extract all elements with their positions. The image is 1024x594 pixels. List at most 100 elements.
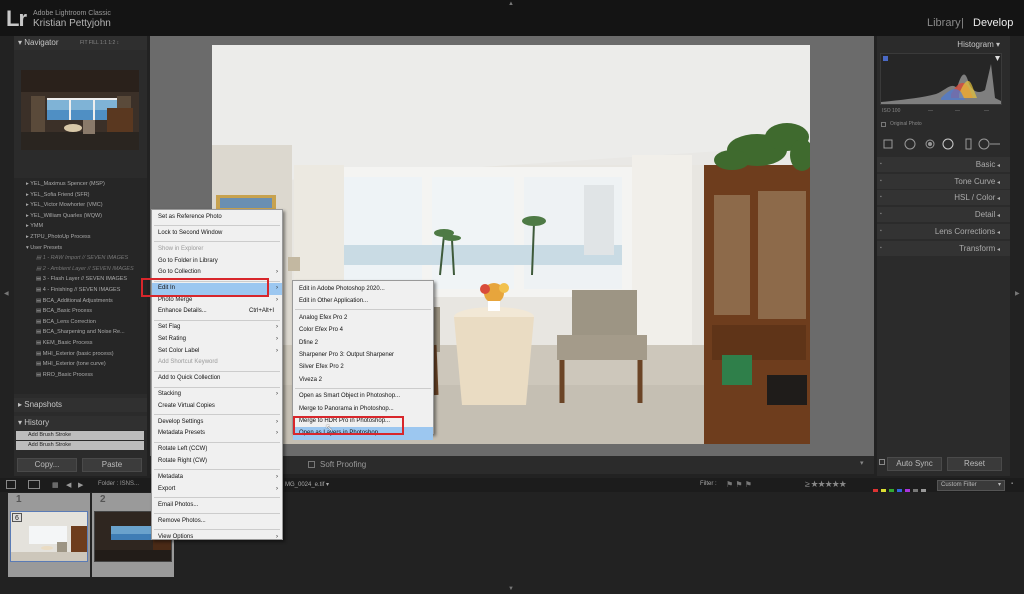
- preset-item[interactable]: ▤ 3 - Flash Layer // SEVEN IMAGES: [36, 276, 127, 282]
- menu-item[interactable]: Set as Reference Photo: [152, 212, 282, 224]
- develop-section-lens-corrections[interactable]: ▪ Lens Corrections ◂: [877, 224, 1010, 239]
- toolbar-menu-icon[interactable]: ▾: [860, 459, 864, 467]
- radial-filter-icon[interactable]: [976, 140, 986, 150]
- preset-item[interactable]: ▤ BCA_Additional Adjustments: [36, 298, 113, 304]
- menu-item[interactable]: Email Photos...: [152, 500, 282, 512]
- section-switch-icon[interactable]: ▪: [880, 174, 882, 189]
- rating-filter[interactable]: ≥ ★★★★★: [805, 479, 847, 490]
- next-arrow-icon[interactable]: ▶: [78, 481, 83, 489]
- menu-item[interactable]: Metadata ›: [152, 472, 282, 484]
- menu-item[interactable]: Set Flag ›: [152, 322, 282, 334]
- menu-item[interactable]: Metadata Presets ›: [152, 428, 282, 440]
- menu-item[interactable]: Edit in Other Application...: [293, 295, 433, 307]
- preset-item[interactable]: ▤ KEM_Basic Process: [36, 340, 93, 346]
- menu-item[interactable]: Lock to Second Window: [152, 228, 282, 240]
- menu-item[interactable]: Rotate Right (CW): [152, 456, 282, 468]
- menu-item[interactable]: Export ›: [152, 484, 282, 496]
- menu-item[interactable]: Color Efex Pro 4: [293, 324, 433, 336]
- menu-item[interactable]: Stacking ›: [152, 389, 282, 401]
- menu-item[interactable]: Go to Folder in Library: [152, 256, 282, 268]
- filmstrip-filename[interactable]: MG_0024_e.tif ▾: [285, 481, 329, 488]
- spot-removal-icon[interactable]: [916, 140, 926, 150]
- preset-item[interactable]: ▤ 4 - Finishing // SEVEN IMAGES: [36, 287, 120, 293]
- module-develop[interactable]: Develop: [973, 17, 1013, 29]
- menu-item[interactable]: Sharpener Pro 3: Output Sharpener: [293, 349, 433, 361]
- menu-item[interactable]: Merge to Panorama in Photoshop...: [293, 403, 433, 415]
- graduated-filter-icon[interactable]: [956, 140, 966, 150]
- menu-item[interactable]: Silver Efex Pro 2: [293, 361, 433, 373]
- previous-arrow-icon[interactable]: ◀: [66, 481, 71, 489]
- preset-group[interactable]: ▾ User Presets: [26, 245, 62, 251]
- menu-item[interactable]: Viveza 2: [293, 374, 433, 386]
- menu-item[interactable]: Create Virtual Copies: [152, 401, 282, 413]
- preset-item[interactable]: ▤ MHI_Exterior (basic process): [36, 351, 114, 357]
- preset-item[interactable]: ▤ MHI_Exterior (tone curve): [36, 361, 106, 367]
- copy-settings-button[interactable]: Copy...: [17, 458, 77, 472]
- soft-proofing-label[interactable]: Soft Proofing: [320, 460, 366, 469]
- color-label-filter[interactable]: [873, 482, 933, 494]
- menu-item[interactable]: Develop Settings ›: [152, 417, 282, 429]
- menu-item[interactable]: Remove Photos...: [152, 516, 282, 528]
- filmstrip-source[interactable]: Folder : ISNS...: [98, 481, 139, 487]
- section-switch-icon[interactable]: ▪: [880, 157, 882, 172]
- soft-proofing-checkbox[interactable]: [308, 461, 315, 468]
- grid-view-icon[interactable]: ▦: [52, 481, 59, 489]
- preset-folder[interactable]: ▸ YEL_Sofia Friend (SFR): [26, 192, 90, 198]
- snapshots-header[interactable]: ▸ Snapshots: [14, 398, 147, 412]
- navigator-preview[interactable]: [21, 70, 139, 150]
- left-panel-toggle-icon[interactable]: ◀: [4, 290, 9, 297]
- custom-filter-dropdown[interactable]: Custom Filter ▾: [937, 480, 1005, 491]
- menu-item[interactable]: View Options ›: [152, 532, 282, 544]
- section-switch-icon[interactable]: ▪: [880, 190, 882, 205]
- develop-section-transform[interactable]: ▪ Transform ◂: [877, 241, 1010, 256]
- module-library[interactable]: Library: [927, 17, 961, 29]
- history-item[interactable]: Add Brush Stroke: [16, 431, 144, 440]
- preset-folder[interactable]: ▸ ZTPU_PhotoUp Process: [26, 234, 91, 240]
- preset-folder[interactable]: ▸ YEL_Victor Mowhorter (VMC): [26, 202, 103, 208]
- preset-folder[interactable]: ▸ YMM: [26, 223, 43, 229]
- bottom-panel-toggle-icon[interactable]: ▼: [508, 586, 514, 592]
- menu-item[interactable]: Set Color Label ›: [152, 346, 282, 358]
- menu-item[interactable]: Analog Efex Pro 2: [293, 312, 433, 324]
- menu-item[interactable]: Enhance Details... Ctrl+Alt+I: [152, 306, 282, 318]
- develop-section-tone-curve[interactable]: ▪ Tone Curve ◂: [877, 174, 1010, 189]
- section-switch-icon[interactable]: ▪: [880, 224, 882, 239]
- menu-item[interactable]: Open as Smart Object in Photoshop...: [293, 390, 433, 402]
- reset-button[interactable]: Reset: [947, 457, 1002, 471]
- auto-sync-toggle[interactable]: [879, 459, 885, 465]
- develop-section-basic[interactable]: ▪ Basic ◂: [877, 157, 1010, 172]
- paste-settings-button[interactable]: Paste: [82, 458, 142, 472]
- history-header[interactable]: ▾ History: [14, 416, 147, 430]
- preset-item[interactable]: ▤ BCA_Sharpening and Noise Re...: [36, 329, 125, 335]
- top-panel-toggle-icon[interactable]: ▲: [508, 1, 514, 7]
- filter-lock-icon[interactable]: ▪: [1011, 481, 1013, 487]
- auto-sync-button[interactable]: Auto Sync: [887, 457, 942, 471]
- histogram-header[interactable]: Histogram ▾: [877, 38, 1010, 52]
- preset-item[interactable]: ▤ 1 - RAW Import // SEVEN IMAGES: [36, 255, 128, 261]
- history-item[interactable]: Add Brush Stroke: [16, 441, 144, 450]
- preset-item[interactable]: ▤ RRO_Basic Process: [36, 372, 93, 378]
- single-monitor-icon[interactable]: [6, 480, 16, 489]
- preset-folder[interactable]: ▸ YEL_William Quarles (WQW): [26, 213, 102, 219]
- section-switch-icon[interactable]: ▪: [880, 207, 882, 222]
- section-switch-icon[interactable]: ▪: [880, 241, 882, 256]
- menu-item[interactable]: Set Rating ›: [152, 334, 282, 346]
- menu-item[interactable]: Add to Quick Collection: [152, 373, 282, 385]
- preset-folder[interactable]: ▸ YEL_Maximus Spencer (MSP): [26, 181, 105, 187]
- second-monitor-icon[interactable]: [28, 480, 40, 489]
- preset-item[interactable]: ▤ BCA_Basic Process: [36, 308, 92, 314]
- preset-item[interactable]: ▤ 2 - Ambient Layer // SEVEN IMAGES: [36, 266, 134, 272]
- red-eye-icon[interactable]: [936, 140, 946, 150]
- crop-tool-icon[interactable]: [896, 140, 906, 150]
- menu-item[interactable]: Dfine 2: [293, 337, 433, 349]
- histogram[interactable]: [880, 53, 1002, 105]
- menu-item[interactable]: Edit in Adobe Photoshop 2020...: [293, 283, 433, 295]
- preset-item[interactable]: ▤ BCA_Lens Correction: [36, 319, 96, 325]
- adjustment-brush-icon[interactable]: [990, 140, 1002, 150]
- flag-filter-icons[interactable]: ⚑ ⚑ ⚑: [726, 480, 752, 489]
- menu-item[interactable]: Rotate Left (CCW): [152, 444, 282, 456]
- navigator-zoom-options[interactable]: FIT FILL 1:1 1:2 ↕: [80, 36, 119, 50]
- develop-section-detail[interactable]: ▪ Detail ◂: [877, 207, 1010, 222]
- develop-section-hsl-color[interactable]: ▪ HSL / Color ◂: [877, 190, 1010, 205]
- original-photo-checkbox[interactable]: [881, 122, 886, 127]
